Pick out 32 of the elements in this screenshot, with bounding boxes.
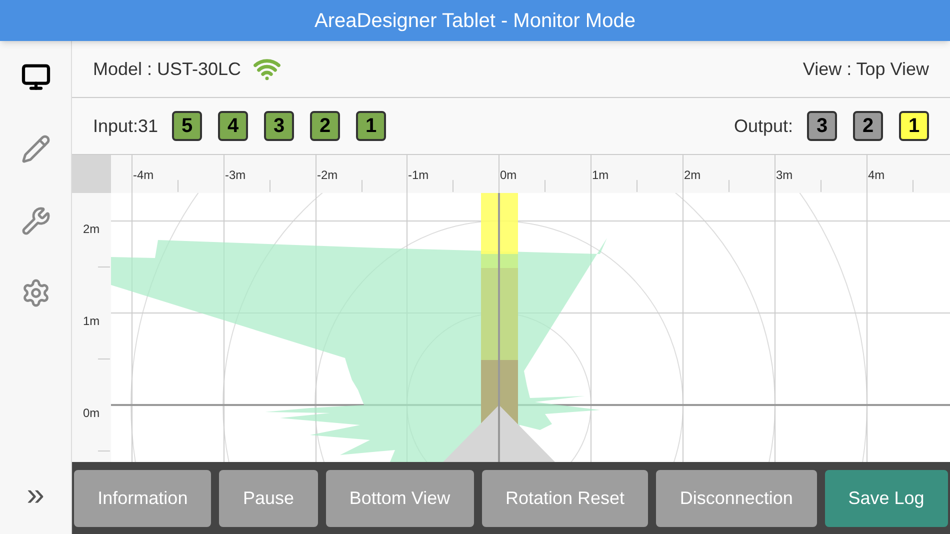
model-label: Model : UST-30LC (93, 58, 242, 80)
ruler-label: 4m (868, 168, 885, 182)
ruler-label: 0m (500, 168, 517, 182)
indicator-badge: 1 (899, 111, 929, 141)
ruler-label: 1m (592, 168, 609, 182)
indicator-badge: 2 (310, 111, 340, 141)
view-label: View : Top View (802, 58, 929, 81)
action-button[interactable]: Information (74, 470, 212, 526)
ruler-label: -1m (408, 168, 429, 182)
indicator-badge: 3 (264, 111, 294, 141)
indicator-badge: 2 (853, 111, 883, 141)
ruler-label: 2m (83, 222, 100, 236)
ruler-label: 0m (83, 406, 100, 420)
action-button[interactable]: Bottom View (326, 470, 474, 526)
ruler-label: 1m (83, 314, 100, 328)
input-label: Input:31 (93, 114, 158, 138)
action-button[interactable]: Disconnection (656, 470, 817, 526)
action-button[interactable]: Rotation Reset (482, 470, 648, 526)
action-button[interactable]: Save Log (824, 470, 948, 526)
indicator-badge: 1 (356, 111, 386, 141)
indicator-badge: 4 (218, 111, 248, 141)
ruler-label: -2m (317, 168, 338, 182)
indicator-badge: 3 (807, 111, 837, 141)
ruler-label: 3m (776, 168, 793, 182)
expand-button[interactable]: » (26, 478, 44, 510)
ruler-label: 2m (684, 168, 701, 182)
indicator-badge: 5 (172, 111, 202, 141)
ruler-label: -3m (225, 168, 246, 182)
window-title: AreaDesigner Tablet - Monitor Mode (314, 8, 636, 34)
output-label: Output: (734, 114, 793, 138)
action-button[interactable]: Pause (219, 470, 318, 526)
ruler-label: -4m (133, 168, 154, 182)
